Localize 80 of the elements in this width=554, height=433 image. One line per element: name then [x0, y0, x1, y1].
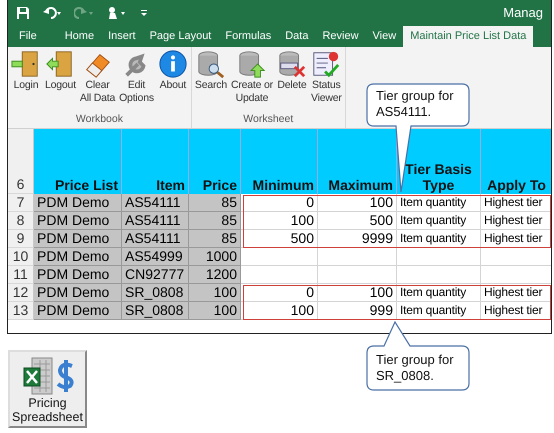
- ribbon-tab[interactable]: Maintain Price List Data: [403, 26, 534, 47]
- callout-text: Tier group for AS54111.: [376, 88, 455, 120]
- column-header: Tier Basis Type: [397, 129, 481, 194]
- ribbon-button[interactable]: Create or Update: [230, 47, 274, 113]
- group-label: Workbook: [74, 113, 124, 127]
- column-header: Item: [122, 129, 189, 194]
- table-cell: 100: [241, 302, 318, 320]
- ribbon-button[interactable]: Edit Options: [118, 47, 155, 113]
- table-cell: 85: [189, 230, 241, 248]
- row-number: 13: [8, 302, 34, 320]
- table-cell: PDM Demo: [34, 284, 122, 302]
- save-icon[interactable]: [16, 6, 30, 20]
- ribbon-button[interactable]: Delete: [276, 47, 308, 113]
- ribbon-button[interactable]: Status Viewer: [310, 47, 343, 113]
- group-label: Worksheet: [242, 113, 294, 127]
- column-header: Price List: [34, 129, 122, 194]
- table-cell: 85: [189, 194, 241, 212]
- table-cell: 1000: [189, 248, 241, 266]
- ribbon-tab[interactable]: Page Layout: [142, 26, 218, 47]
- table-cell: 1200: [189, 266, 241, 284]
- row-number: 12: [8, 284, 34, 302]
- column-header: Price: [189, 129, 241, 194]
- undo-icon[interactable]: [42, 6, 62, 20]
- table-cell: Highest tier: [481, 284, 551, 302]
- table-cell: Item quantity: [397, 212, 481, 230]
- table-cell: PDM Demo: [34, 212, 122, 230]
- row-number: 7: [8, 194, 34, 212]
- table-cell: Item quantity: [397, 194, 481, 212]
- ribbon-tab[interactable]: Formulas: [218, 26, 278, 47]
- row-number: 9: [8, 230, 34, 248]
- table-cell: 0: [241, 194, 318, 212]
- table-cell: PDM Demo: [34, 266, 122, 284]
- touch-mode-icon[interactable]: [106, 6, 128, 20]
- table-cell: AS54111: [122, 194, 189, 212]
- table-cell: 500: [241, 230, 318, 248]
- row-number: 10: [8, 248, 34, 266]
- ribbon-button[interactable]: Clear All Data: [78, 47, 116, 113]
- table-cell: SR_0808: [122, 284, 189, 302]
- ribbon-button[interactable]: Login: [10, 47, 42, 113]
- ribbon-tab[interactable]: Data: [278, 26, 316, 47]
- table-cell: 100: [189, 284, 241, 302]
- callout-text: Tier group for SR_0808.: [376, 352, 455, 384]
- table-cell: PDM Demo: [34, 230, 122, 248]
- table-cell: 100: [241, 212, 318, 230]
- ribbon-button[interactable]: Search: [194, 47, 228, 113]
- row-number: 8: [8, 212, 34, 230]
- table-cell: Highest tier: [481, 212, 551, 230]
- table-cell: 85: [189, 212, 241, 230]
- column-header: Maximum: [318, 129, 397, 194]
- pricing-spreadsheet-button[interactable]: Pricing Spreadsheet: [8, 350, 87, 428]
- column-header: Apply To: [481, 129, 551, 194]
- row-number: 11: [8, 266, 34, 284]
- table-cell: CN92777: [122, 266, 189, 284]
- database-search-icon: [196, 49, 226, 79]
- window-title: Manag: [503, 5, 543, 20]
- ribbon-button[interactable]: About: [156, 47, 189, 113]
- table-cell: Item quantity: [397, 284, 481, 302]
- ribbon-tab[interactable]: View: [366, 26, 404, 47]
- table-cell: 0: [241, 284, 318, 302]
- table-cell: 500: [318, 212, 397, 230]
- table-cell: 100: [189, 302, 241, 320]
- table-cell: SR_0808: [122, 302, 189, 320]
- database-delete-icon: [276, 49, 307, 79]
- ribbon-tab[interactable]: File: [12, 26, 44, 47]
- database-upload-icon: [236, 49, 267, 79]
- table-cell: 100: [318, 194, 397, 212]
- table-cell: 100: [318, 284, 397, 302]
- ribbon-tab[interactable]: Insert: [101, 26, 143, 47]
- table-cell: PDM Demo: [34, 248, 122, 266]
- table-cell: PDM Demo: [34, 302, 122, 320]
- row-number: 6: [8, 129, 34, 194]
- table-cell: AS54111: [122, 212, 189, 230]
- ribbon-tab[interactable]: Review: [315, 26, 366, 47]
- table-cell: AS54111: [122, 230, 189, 248]
- table-cell: AS54999: [122, 248, 189, 266]
- table-cell: Highest tier: [481, 194, 551, 212]
- ribbon-button[interactable]: Logout: [44, 47, 77, 113]
- ribbon-tab[interactable]: Home: [58, 26, 102, 47]
- table-cell: PDM Demo: [34, 194, 122, 212]
- column-header: Minimum: [241, 129, 318, 194]
